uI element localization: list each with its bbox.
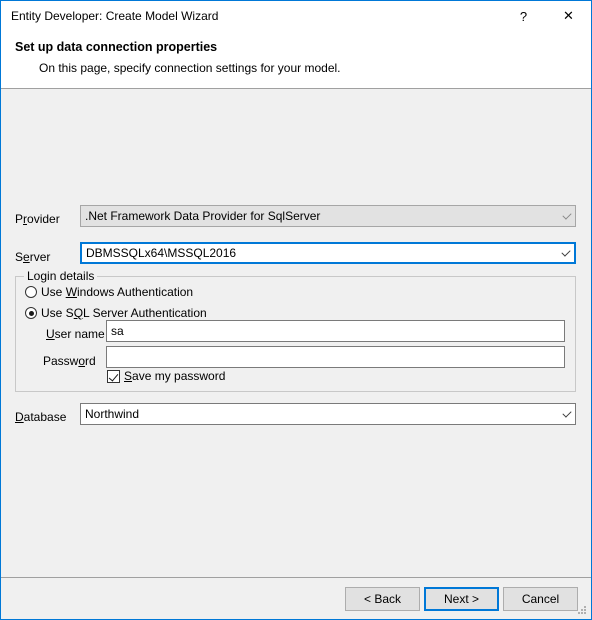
radio-selected-icon: [25, 307, 37, 319]
user-name-label: User name: [46, 327, 105, 341]
server-value: DBMSSQLx64\MSSQL2016: [86, 246, 237, 260]
page-title: Set up data connection properties: [15, 40, 218, 54]
create-model-wizard-window: Entity Developer: Create Model Wizard ? …: [0, 0, 592, 620]
server-label: Server: [15, 250, 51, 264]
chevron-down-icon: [557, 246, 574, 257]
wizard-header: Set up data connection properties On thi…: [1, 31, 591, 89]
help-icon[interactable]: ?: [501, 1, 546, 31]
resize-grip[interactable]: [576, 604, 588, 616]
wizard-body: Provider .Net Framework Data Provider fo…: [1, 90, 591, 619]
radio-sql-server-authentication-label: Use SQL Server Authentication: [41, 306, 207, 320]
back-button[interactable]: < Back: [345, 587, 420, 611]
login-details-title: Login details: [24, 269, 98, 283]
radio-icon: [25, 286, 37, 298]
provider-combobox[interactable]: .Net Framework Data Provider for SqlServ…: [80, 205, 576, 227]
page-subtitle: On this page, specify connection setting…: [39, 61, 341, 75]
provider-value: .Net Framework Data Provider for SqlServ…: [85, 209, 321, 223]
radio-windows-authentication[interactable]: Use Windows Authentication: [25, 285, 193, 299]
close-icon[interactable]: ✕: [546, 1, 591, 31]
title-bar-buttons: ? ✕: [501, 1, 591, 31]
password-label: Password: [43, 354, 96, 368]
server-combobox[interactable]: DBMSSQLx64\MSSQL2016: [80, 242, 576, 264]
database-value: Northwind: [85, 407, 140, 421]
database-label: Database: [15, 410, 67, 424]
save-password-checkbox[interactable]: Save my password: [107, 369, 225, 383]
window-title: Entity Developer: Create Model Wizard: [11, 9, 219, 23]
checkbox-checked-icon: [107, 369, 120, 383]
provider-label: Provider: [15, 212, 60, 226]
radio-windows-authentication-label: Use Windows Authentication: [41, 285, 194, 299]
password-input[interactable]: [106, 346, 565, 368]
wizard-footer: < Back Next > Cancel: [1, 577, 591, 619]
chevron-down-icon: [558, 209, 575, 220]
next-button[interactable]: Next >: [424, 587, 499, 611]
title-bar: Entity Developer: Create Model Wizard ? …: [1, 1, 591, 31]
save-password-label: Save my password: [124, 369, 226, 383]
database-combobox[interactable]: Northwind: [80, 403, 576, 425]
cancel-button[interactable]: Cancel: [503, 587, 578, 611]
user-name-value: sa: [111, 324, 124, 338]
chevron-down-icon: [558, 407, 575, 418]
radio-sql-server-authentication[interactable]: Use SQL Server Authentication: [25, 306, 207, 320]
user-name-input[interactable]: sa: [106, 320, 565, 342]
